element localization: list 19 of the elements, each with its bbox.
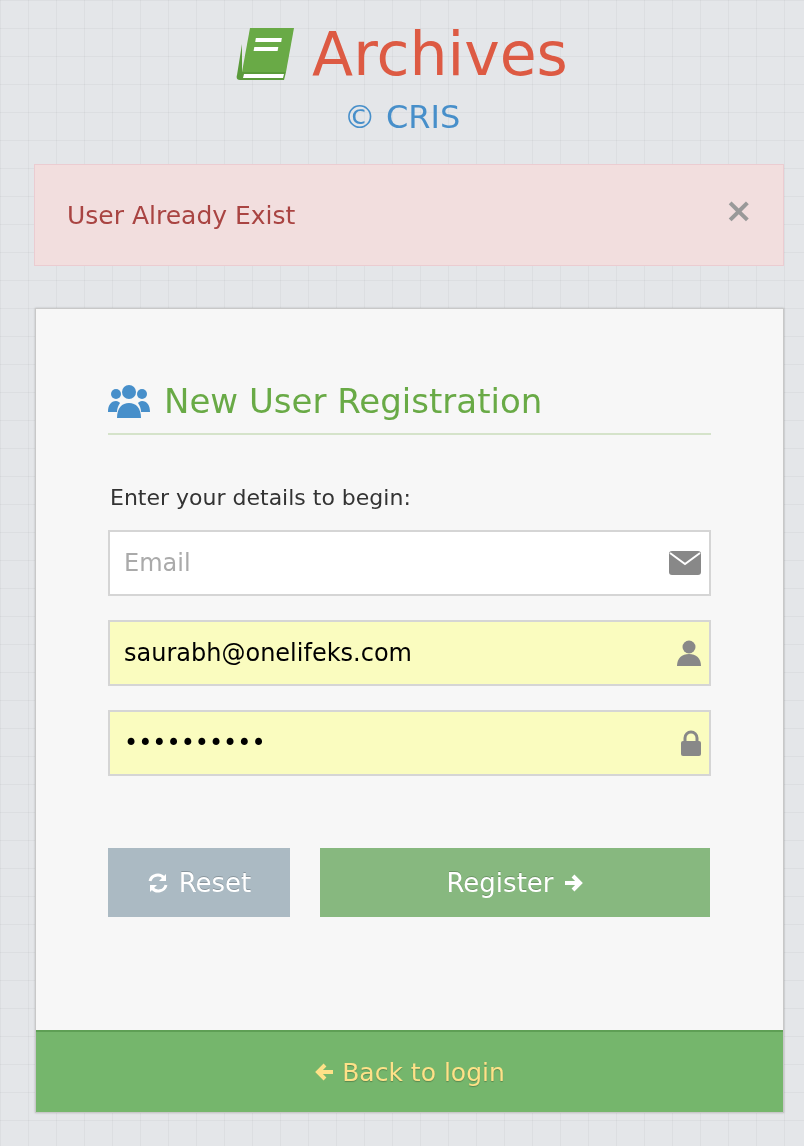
reset-button[interactable]: Reset [108,848,290,917]
email-field[interactable]: Email [108,530,711,596]
password-field[interactable]: •••••••••• [108,710,711,776]
register-button[interactable]: Register [320,848,710,917]
arrow-left-icon [314,1062,335,1082]
user-icon [677,640,701,666]
envelope-icon [669,551,701,575]
instructions-text: Enter your details to begin: [110,485,412,510]
back-to-login-link[interactable]: Back to login [314,1057,505,1087]
username-field[interactable]: saurabh@onelifeks.com [108,620,711,686]
app-subtitle: © CRIS [343,98,461,136]
lock-icon [681,730,701,756]
arrow-right-icon [563,872,584,893]
close-button[interactable]: × [724,190,753,230]
alert-message: User Already Exist [67,200,296,230]
users-icon [108,382,150,420]
form-heading: New User Registration [164,381,543,421]
refresh-icon [146,871,169,894]
app-title: Archives [312,18,568,91]
